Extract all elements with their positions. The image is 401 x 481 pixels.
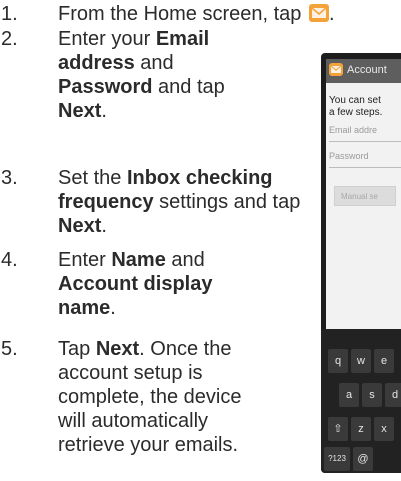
phone-intro-text: You can set a few steps.	[329, 95, 383, 118]
step-text: Tap Next. Once the account setup is comp…	[58, 338, 242, 456]
phone-password-field: Password	[329, 151, 401, 168]
key: a	[339, 383, 359, 407]
shift-key: ⇧	[328, 417, 348, 441]
phone-illustration: Account You can set a few steps. Email a…	[321, 53, 401, 473]
email-app-icon	[329, 63, 343, 76]
step-text: Enter your Email address and Password an…	[58, 28, 225, 122]
key: x	[374, 417, 394, 441]
step-number: 3.	[1, 167, 18, 189]
key: e	[374, 349, 394, 373]
phone-keyboard: q w e a s d ⇧ z x ?123 @	[321, 329, 401, 473]
phone-action-bar: Account	[326, 59, 401, 83]
key: s	[362, 383, 382, 407]
step-text: From the Home screen, tap .	[58, 3, 335, 25]
phone-screen: Account You can set a few steps. Email a…	[326, 59, 401, 329]
step-number: 2.	[1, 28, 18, 50]
step-number: 5.	[1, 338, 18, 360]
email-app-icon	[308, 4, 329, 22]
key: d	[385, 383, 401, 407]
key: q	[328, 349, 348, 373]
step-number: 4.	[1, 249, 18, 271]
phone-manual-setup-button: Manual se	[334, 186, 396, 206]
step-text: Enter Name and Account display name.	[58, 249, 213, 319]
symbols-key: ?123	[324, 447, 350, 471]
at-key: @	[353, 447, 373, 471]
key: w	[351, 349, 371, 373]
key: z	[351, 417, 371, 441]
phone-email-field: Email addre	[329, 125, 401, 142]
step-text: Set the Inbox checking frequency setting…	[58, 167, 301, 237]
phone-title: Account	[347, 64, 387, 76]
step-number: 1.	[1, 3, 18, 25]
